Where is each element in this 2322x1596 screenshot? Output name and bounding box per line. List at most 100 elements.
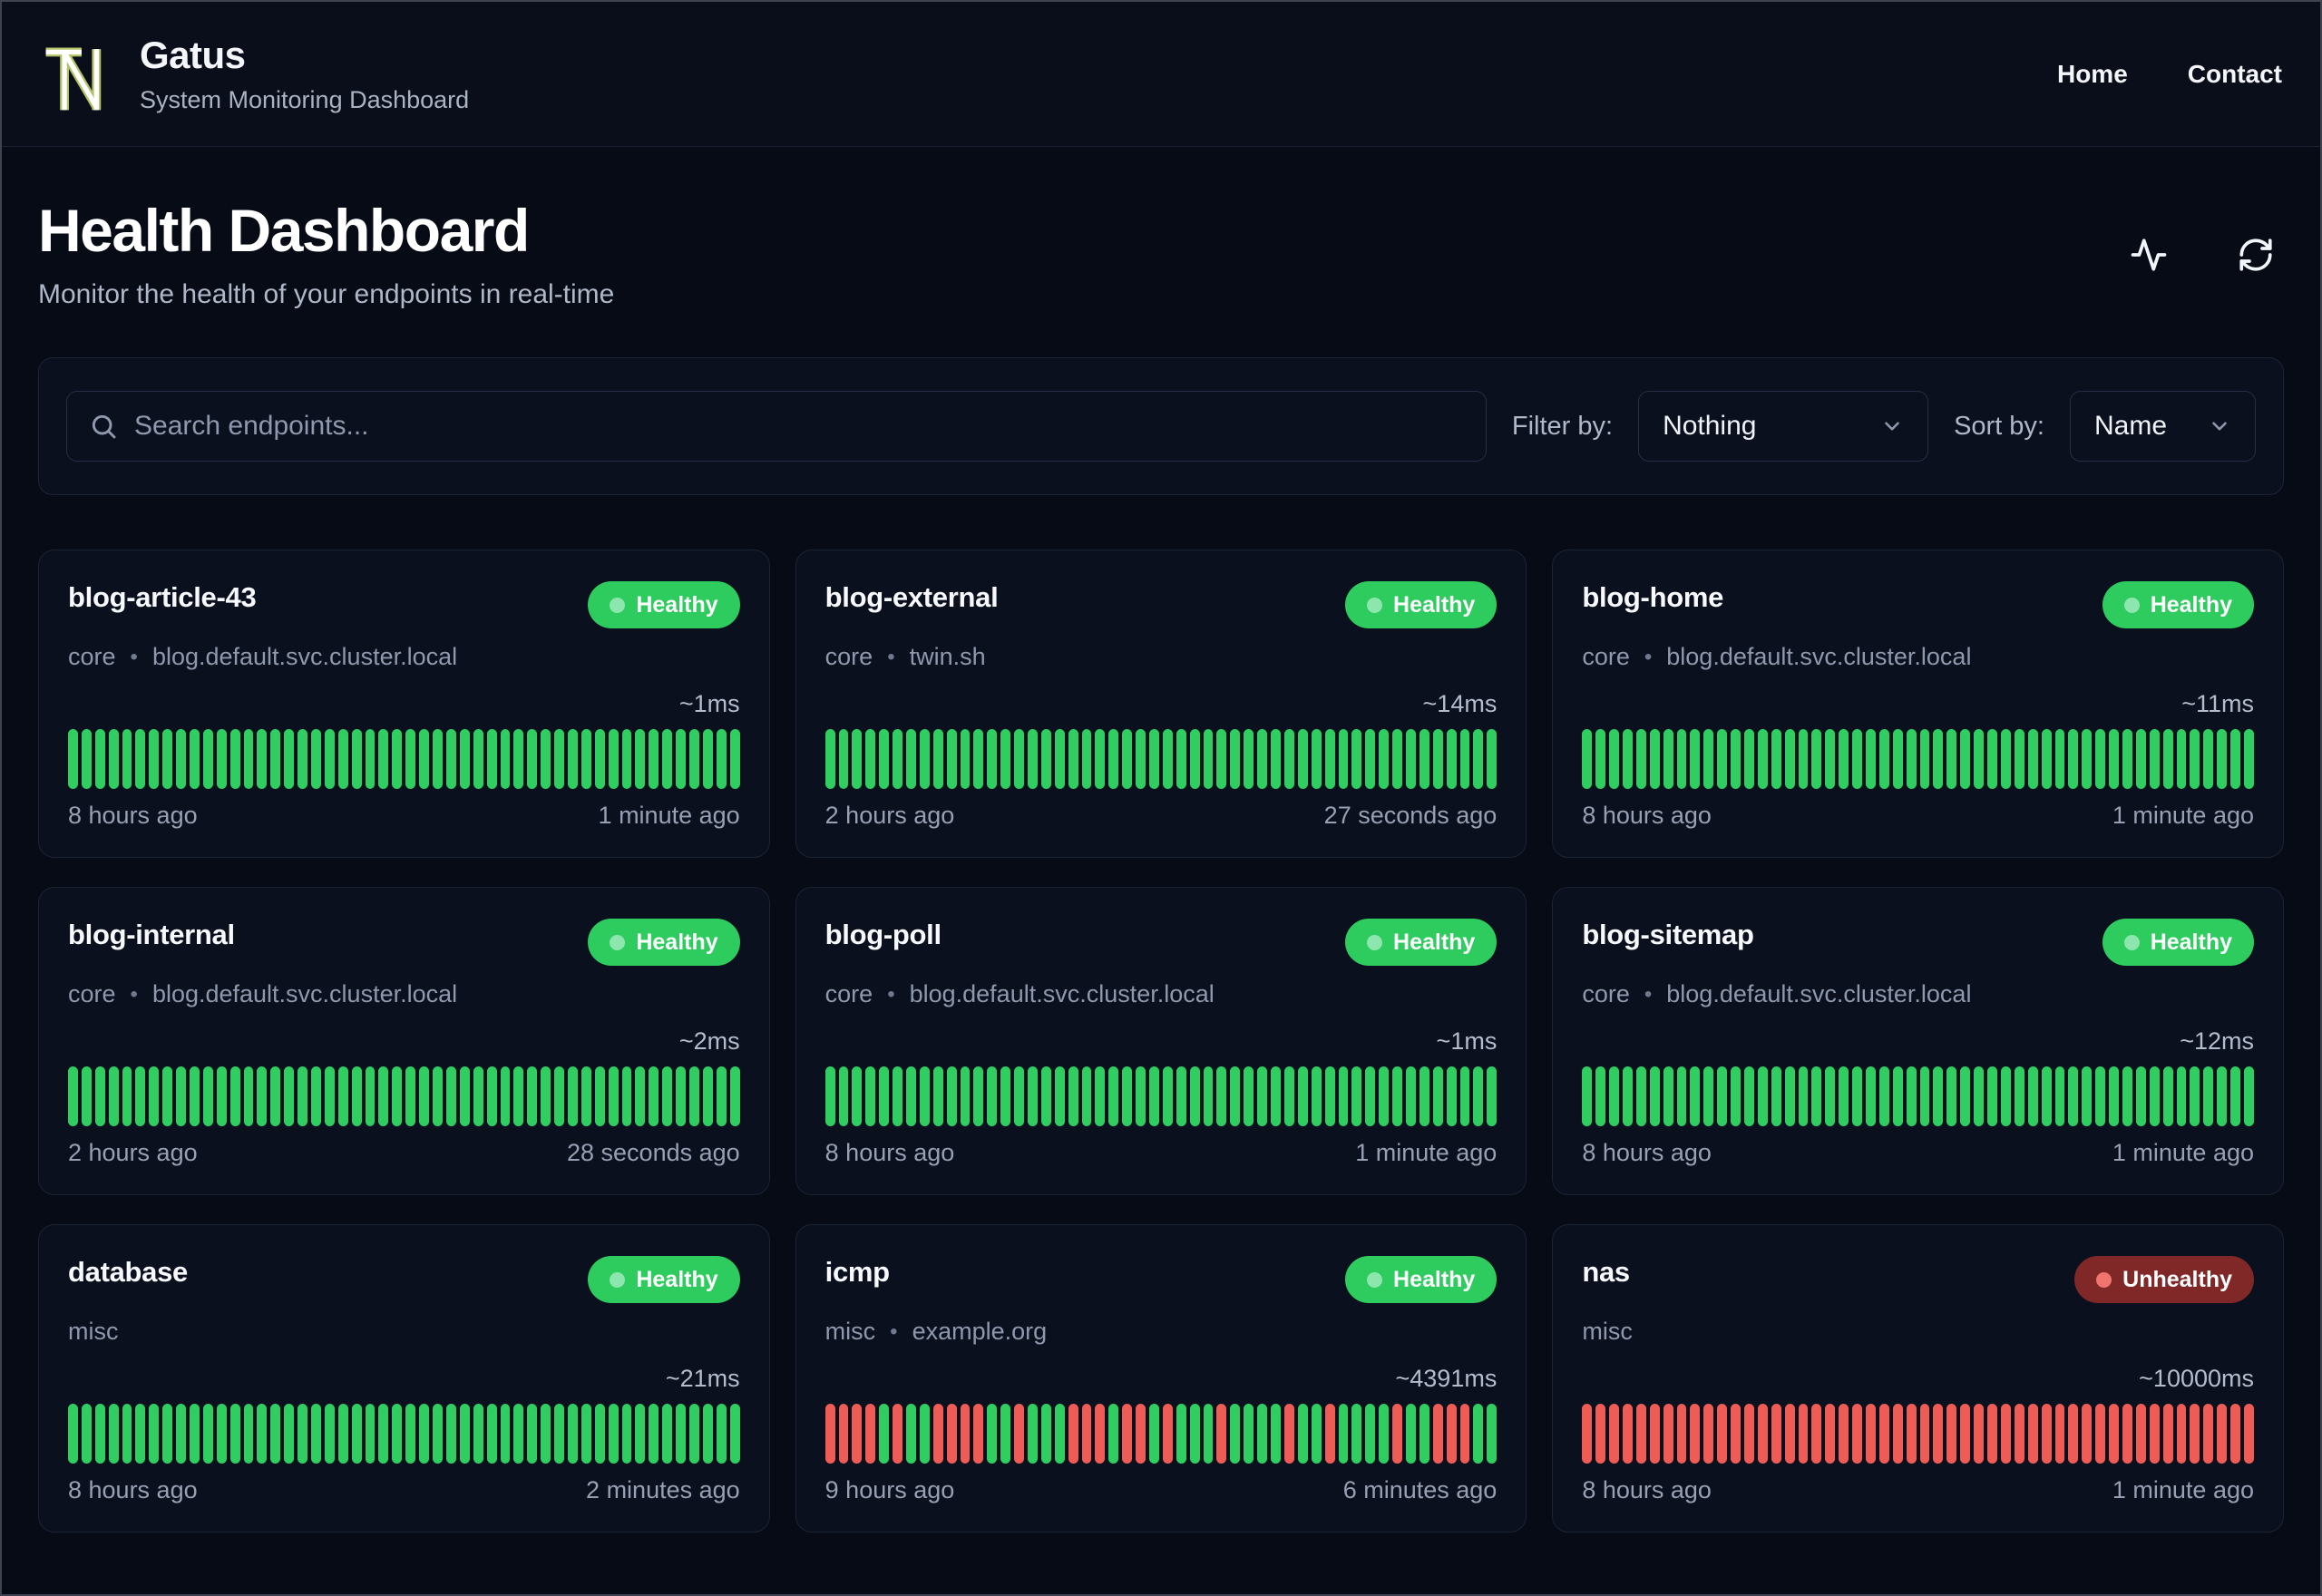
uptime-bar-down [1960,1404,1971,1464]
uptime-bar-up [1311,1404,1322,1464]
nav-link-contact[interactable]: Contact [2188,60,2282,89]
uptime-bar-down [1663,1404,1673,1464]
uptime-bar-up [190,1066,200,1126]
uptime-bar-down [1649,1404,1660,1464]
endpoint-card[interactable]: icmp Healthy misc • example.org ~4391ms … [795,1224,1527,1533]
uptime-bar-down [1744,1404,1754,1464]
newest-timestamp: 1 minute ago [598,802,740,829]
uptime-bar-up [500,729,511,789]
uptime-bar-up [1744,729,1754,789]
uptime-bar-up [257,1404,268,1464]
uptime-bar-down [1798,1404,1809,1464]
uptime-bar-up [1784,729,1795,789]
status-dot-icon [2096,1271,2112,1288]
uptime-bar-up [662,729,673,789]
card-header: nas Unhealthy [1582,1256,2254,1303]
uptime-bar-down [2243,1404,2254,1464]
endpoint-name: blog-internal [68,919,235,950]
uptime-bar-up [702,729,713,789]
activity-icon[interactable] [2128,234,2170,276]
time-range: 8 hours ago 1 minute ago [825,1139,1498,1167]
uptime-bar-up [1271,729,1281,789]
uptime-bar-up [1122,1066,1133,1126]
uptime-bar-down [1731,1404,1742,1464]
uptime-bar-up [688,1404,699,1464]
uptime-bar-up [1933,729,1944,789]
uptime-bar-up [284,1404,295,1464]
latency-label: ~10000ms [2139,1365,2254,1392]
uptime-bar-up [1379,1404,1390,1464]
uptime-bar-up [1717,729,1728,789]
uptime-bar-up [1054,1066,1065,1126]
endpoint-grid: blog-article-43 Healthy core • blog.defa… [38,550,2284,1533]
filter-select[interactable]: Nothing [1638,391,1929,462]
uptime-bar-up [688,1066,699,1126]
endpoint-host: blog.default.svc.cluster.local [151,643,458,670]
uptime-bar-up [1324,1066,1335,1126]
endpoint-card[interactable]: blog-sitemap Healthy core • blog.default… [1552,887,2284,1195]
uptime-bar-up [1283,729,1294,789]
time-range: 2 hours ago 27 seconds ago [825,802,1498,830]
uptime-bar-up [459,729,470,789]
uptime-bar-up [149,1066,160,1126]
uptime-bar-up [1446,729,1457,789]
uptime-bar-up [973,729,984,789]
endpoint-card[interactable]: database Healthy misc • ~21ms 8 hours ag… [38,1224,770,1533]
uptime-bar-up [1906,729,1917,789]
oldest-timestamp: 8 hours ago [68,1476,198,1504]
uptime-bar-up [852,729,863,789]
uptime-bar-up [378,1404,389,1464]
uptime-bar-up [351,729,362,789]
uptime-bar-up [1987,729,1997,789]
uptime-bar-up [1271,1066,1281,1126]
uptime-bar-down [838,1404,849,1464]
uptime-bar-down [1974,1404,1985,1464]
uptime-bar-up [108,729,119,789]
uptime-bar-up [229,1404,240,1464]
uptime-bar-up [1798,729,1809,789]
uptime-bar-down [973,1404,984,1464]
uptime-bar-up [149,1404,160,1464]
uptime-bar-up [662,1404,673,1464]
search-input[interactable] [134,411,1464,442]
endpoint-card[interactable]: blog-poll Healthy core • blog.default.sv… [795,887,1527,1195]
uptime-bar-up [2230,1066,2240,1126]
uptime-bar-up [1473,1404,1484,1464]
uptime-bar-up [1595,729,1606,789]
refresh-icon[interactable] [2235,234,2277,276]
sort-select[interactable]: Name [2070,391,2256,462]
nav-link-home[interactable]: Home [2057,60,2128,89]
uptime-bar-up [919,1066,930,1126]
uptime-bar-up [541,729,551,789]
uptime-bar-down [865,1404,876,1464]
status-dot-icon [1367,934,1383,950]
uptime-bar-down [1933,1404,1944,1464]
endpoint-card[interactable]: nas Unhealthy misc • ~10000ms 8 hours ag… [1552,1224,2284,1533]
uptime-bar-up [2095,729,2106,789]
uptime-bar-up [365,1404,376,1464]
endpoint-meta: misc • [1582,1318,2254,1346]
uptime-bar-up [2190,1066,2200,1126]
endpoint-meta: core • blog.default.svc.cluster.local [825,980,1498,1008]
uptime-bar-up [1351,1404,1362,1464]
uptime-bar-up [1311,729,1322,789]
uptime-bar-up [122,1404,132,1464]
uptime-bar-up [2027,729,2038,789]
endpoint-card[interactable]: blog-article-43 Healthy core • blog.defa… [38,550,770,858]
uptime-bar-up [1690,1066,1701,1126]
endpoint-host: twin.sh [909,643,986,670]
endpoint-card[interactable]: blog-home Healthy core • blog.default.sv… [1552,550,2284,858]
uptime-bar-up [608,729,619,789]
endpoint-host: blog.default.svc.cluster.local [1666,643,1972,670]
uptime-bar-up [1852,1066,1863,1126]
endpoint-card[interactable]: blog-internal Healthy core • blog.defaul… [38,887,770,1195]
endpoint-card[interactable]: blog-external Healthy core • twin.sh ~14… [795,550,1527,858]
status-badge: Healthy [588,581,740,628]
uptime-bar-up [729,1066,740,1126]
endpoint-group: core [68,980,116,1007]
app-name: Gatus [140,34,246,76]
uptime-bar-down [1906,1404,1917,1464]
uptime-bar-up [81,1404,92,1464]
uptime-bar-down [1136,1404,1146,1464]
uptime-bar-up [824,1066,835,1126]
